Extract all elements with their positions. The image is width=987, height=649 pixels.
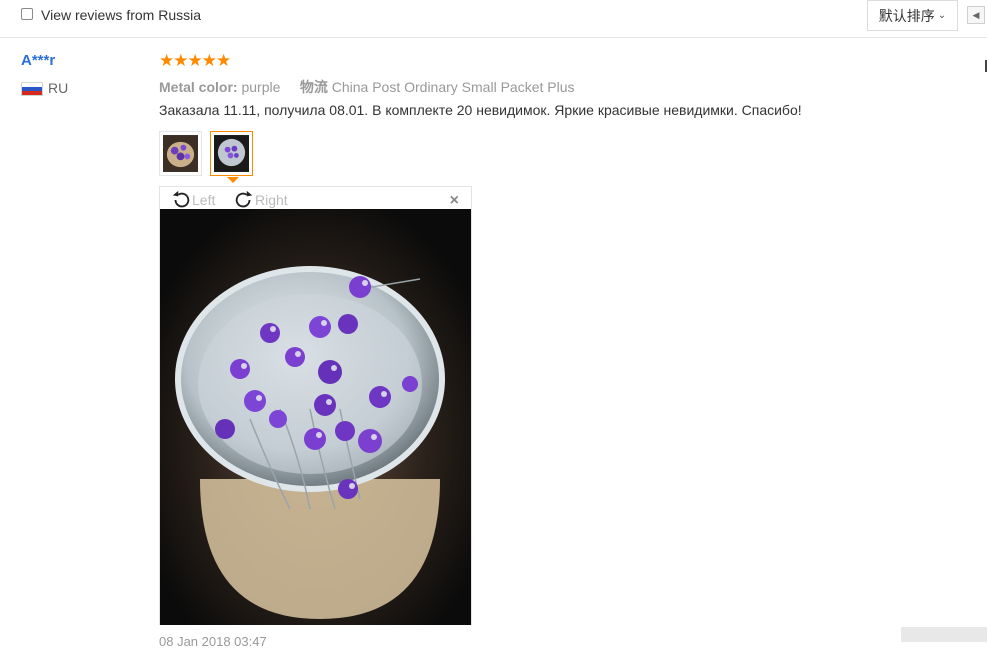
selected-thumbnail-caret: [227, 177, 239, 183]
sort-dropdown[interactable]: 默认排序 ⌄: [867, 0, 958, 31]
filter-bar: View reviews from Russia 默认排序 ⌄ ◀: [0, 0, 987, 38]
rating-stars: ★★★★★: [159, 51, 231, 70]
rotate-left-icon: [172, 190, 190, 208]
image-viewer: Left Right ×: [159, 186, 472, 625]
pager-prev-button[interactable]: ◀: [967, 6, 985, 24]
russia-filter-label[interactable]: View reviews from Russia: [41, 7, 201, 23]
rotate-right-label: Right: [255, 192, 288, 208]
attribute-value: China Post Ordinary Small Packet Plus: [331, 79, 575, 95]
triangle-left-icon: ◀: [972, 9, 980, 20]
attribute-value: purple: [241, 79, 281, 95]
review-photo: [160, 209, 471, 625]
review-thumbnail[interactable]: [159, 131, 202, 176]
close-icon[interactable]: ×: [450, 192, 459, 210]
rotate-left-button[interactable]: Left: [170, 189, 215, 211]
sort-label: 默认排序: [878, 8, 935, 25]
attribute-key: Metal color:: [159, 79, 238, 95]
thumbnail-photo: [214, 135, 249, 172]
rotate-left-label: Left: [192, 192, 216, 208]
rotate-right-icon: [235, 190, 253, 208]
russia-filter-checkbox[interactable]: [21, 8, 33, 20]
russia-flag-icon: [21, 82, 43, 96]
side-panel-edge: [901, 627, 987, 642]
review-text: Заказала 11.11, получила 08.01. В компле…: [159, 102, 802, 118]
hairpins-photo: [160, 209, 471, 625]
rotate-right-button[interactable]: Right: [233, 189, 288, 211]
reviewer-name[interactable]: A***r: [21, 52, 55, 69]
thumbnail-photo: [163, 135, 198, 172]
order-attributes: Metal color: purple 物流 China Post Ordina…: [159, 77, 575, 97]
reviewer-country: RU: [48, 80, 69, 96]
attribute-key: 物流: [299, 79, 328, 95]
review-thumbnail-selected[interactable]: [210, 131, 253, 176]
chevron-down-icon: ⌄: [937, 10, 947, 21]
